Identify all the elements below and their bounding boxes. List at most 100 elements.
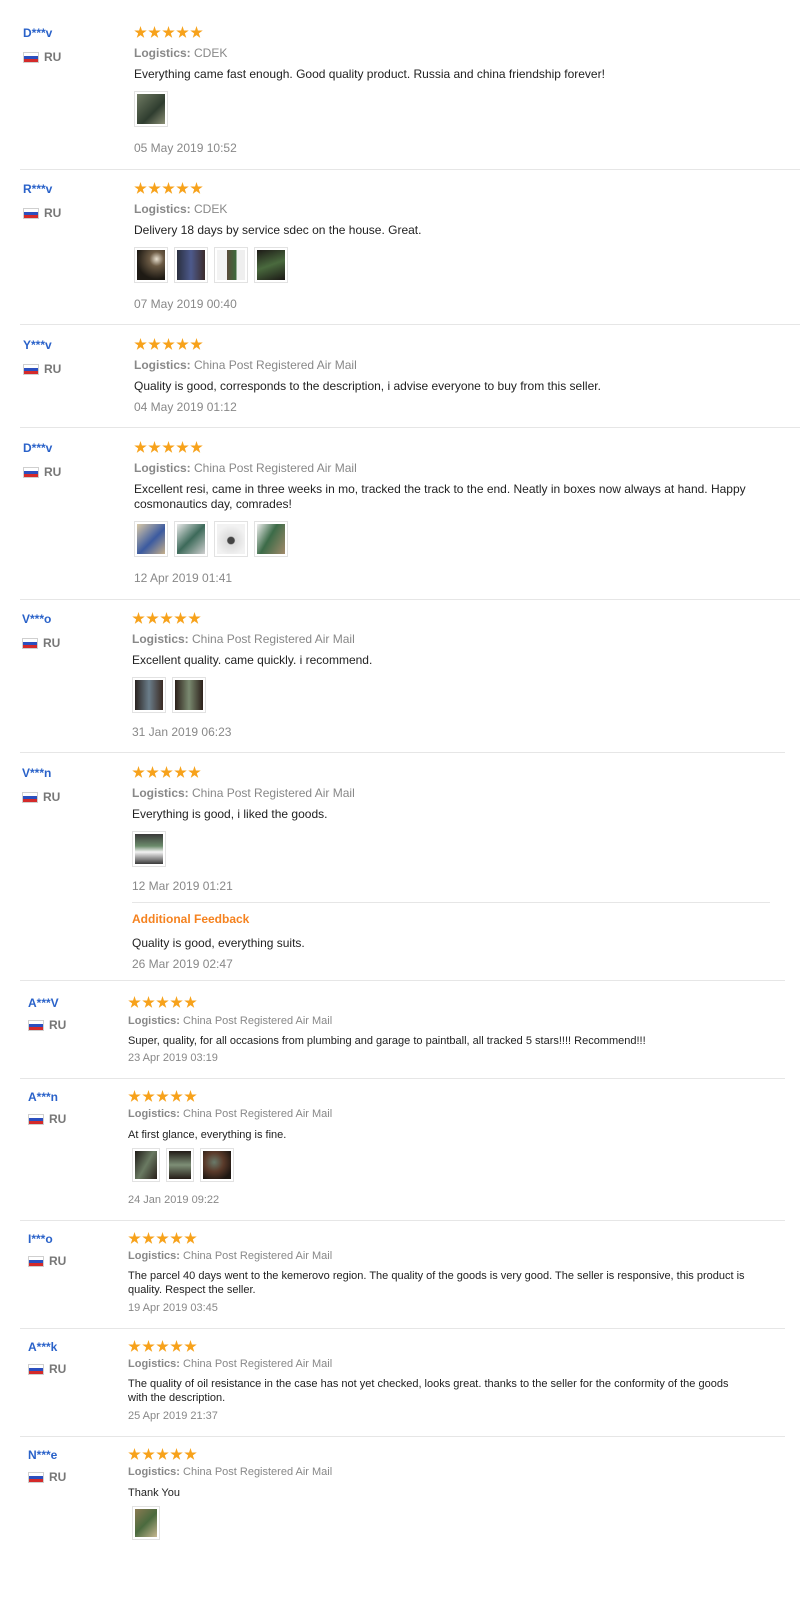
review-photos	[134, 91, 168, 127]
flag-ru-icon	[28, 1471, 44, 1483]
star-icon	[128, 1448, 141, 1460]
review-photo[interactable]	[174, 521, 208, 557]
reviewer-name[interactable]: Y***v	[23, 338, 52, 352]
reviewer-name[interactable]: A***n	[28, 1090, 58, 1104]
star-rating	[134, 338, 203, 351]
star-icon	[162, 26, 175, 38]
review-text: Excellent quality. came quickly. i recom…	[132, 653, 373, 667]
review-photo[interactable]	[132, 1148, 160, 1182]
star-icon	[128, 996, 141, 1008]
review-photo[interactable]	[132, 831, 166, 867]
divider	[20, 752, 785, 753]
divider	[20, 1078, 785, 1079]
reviewer-country: RU	[23, 362, 61, 376]
review-photo[interactable]	[172, 677, 206, 713]
review-photo[interactable]	[214, 521, 248, 557]
star-icon	[162, 441, 175, 453]
flag-ru-icon	[28, 1255, 44, 1267]
review-date: 31 Jan 2019 06:23	[132, 725, 232, 739]
star-icon	[184, 996, 197, 1008]
star-rating	[128, 1232, 197, 1245]
star-icon	[132, 612, 145, 624]
star-rating	[134, 26, 203, 39]
reviewer-country: RU	[23, 206, 61, 220]
star-icon	[170, 996, 183, 1008]
flag-ru-icon	[23, 363, 39, 375]
star-icon	[174, 766, 187, 778]
review-photo[interactable]	[166, 1148, 194, 1182]
star-icon	[162, 338, 175, 350]
review-date: 12 Apr 2019 01:41	[134, 571, 233, 585]
review-photo[interactable]	[200, 1148, 234, 1182]
reviewer-name[interactable]: I***o	[28, 1232, 53, 1246]
reviewer-name[interactable]: A***k	[28, 1340, 57, 1354]
star-icon	[176, 182, 189, 194]
star-rating	[132, 612, 201, 625]
logistics-info: Logistics: CDEK	[134, 202, 228, 216]
reviewer-country: RU	[28, 1254, 66, 1268]
review-text: Everything came fast enough. Good qualit…	[134, 67, 605, 81]
star-icon	[128, 1232, 141, 1244]
flag-ru-icon	[22, 791, 38, 803]
flag-ru-icon	[28, 1019, 44, 1031]
review-photo[interactable]	[254, 247, 288, 283]
review-photo[interactable]	[254, 521, 288, 557]
star-icon	[128, 1090, 141, 1102]
review-text: Excellent resi, came in three weeks in m…	[134, 482, 746, 511]
star-icon	[134, 26, 147, 38]
reviewer-name[interactable]: R***v	[23, 182, 52, 196]
review-date: 25 Apr 2019 21:37	[128, 1410, 218, 1422]
reviewer-name[interactable]: A***V	[28, 996, 59, 1010]
star-icon	[146, 766, 159, 778]
star-icon	[170, 1340, 183, 1352]
star-rating	[128, 1448, 197, 1461]
logistics-info: Logistics: China Post Registered Air Mai…	[128, 1358, 333, 1370]
star-icon	[184, 1340, 197, 1352]
reviewer-name[interactable]: V***o	[22, 612, 51, 626]
star-icon	[142, 996, 155, 1008]
star-rating	[132, 766, 201, 779]
star-icon	[190, 338, 203, 350]
star-icon	[170, 1448, 183, 1460]
review-photo[interactable]	[134, 247, 168, 283]
reviewer-country: RU	[22, 636, 60, 650]
star-icon	[160, 612, 173, 624]
star-icon	[146, 612, 159, 624]
logistics-info: Logistics: China Post Registered Air Mai…	[132, 632, 355, 646]
review-text: Everything is good, i liked the goods.	[132, 807, 328, 821]
review-date: 04 May 2019 01:12	[134, 400, 237, 414]
review-date: 12 Mar 2019 01:21	[132, 879, 233, 893]
review-photo[interactable]	[132, 677, 166, 713]
star-icon	[142, 1448, 155, 1460]
star-icon	[142, 1340, 155, 1352]
reviewer-country: RU	[22, 790, 60, 804]
review-photo[interactable]	[214, 247, 248, 283]
review-text: Thank You	[128, 1487, 180, 1499]
reviewer-name[interactable]: V***n	[22, 766, 51, 780]
star-rating	[128, 1340, 197, 1353]
reviewer-name[interactable]: D***v	[23, 26, 52, 40]
star-icon	[156, 996, 169, 1008]
star-icon	[128, 1340, 141, 1352]
star-icon	[170, 1232, 183, 1244]
divider	[20, 169, 800, 170]
divider	[20, 1328, 785, 1329]
star-icon	[134, 182, 147, 194]
review-photo[interactable]	[174, 247, 208, 283]
star-icon	[142, 1232, 155, 1244]
reviewer-name[interactable]: N***e	[28, 1448, 57, 1462]
star-rating	[134, 441, 203, 454]
reviewer-name[interactable]: D***v	[23, 441, 52, 455]
star-icon	[176, 26, 189, 38]
star-icon	[134, 338, 147, 350]
star-icon	[148, 441, 161, 453]
divider	[20, 980, 785, 981]
divider	[20, 599, 800, 600]
review-photo[interactable]	[134, 91, 168, 127]
review-photo[interactable]	[134, 521, 168, 557]
reviewer-country: RU	[28, 1362, 66, 1376]
review-photo[interactable]	[132, 1506, 160, 1540]
review-text: The parcel 40 days went to the kemerovo …	[128, 1270, 745, 1296]
star-icon	[176, 338, 189, 350]
review-date: 07 May 2019 00:40	[134, 297, 237, 311]
